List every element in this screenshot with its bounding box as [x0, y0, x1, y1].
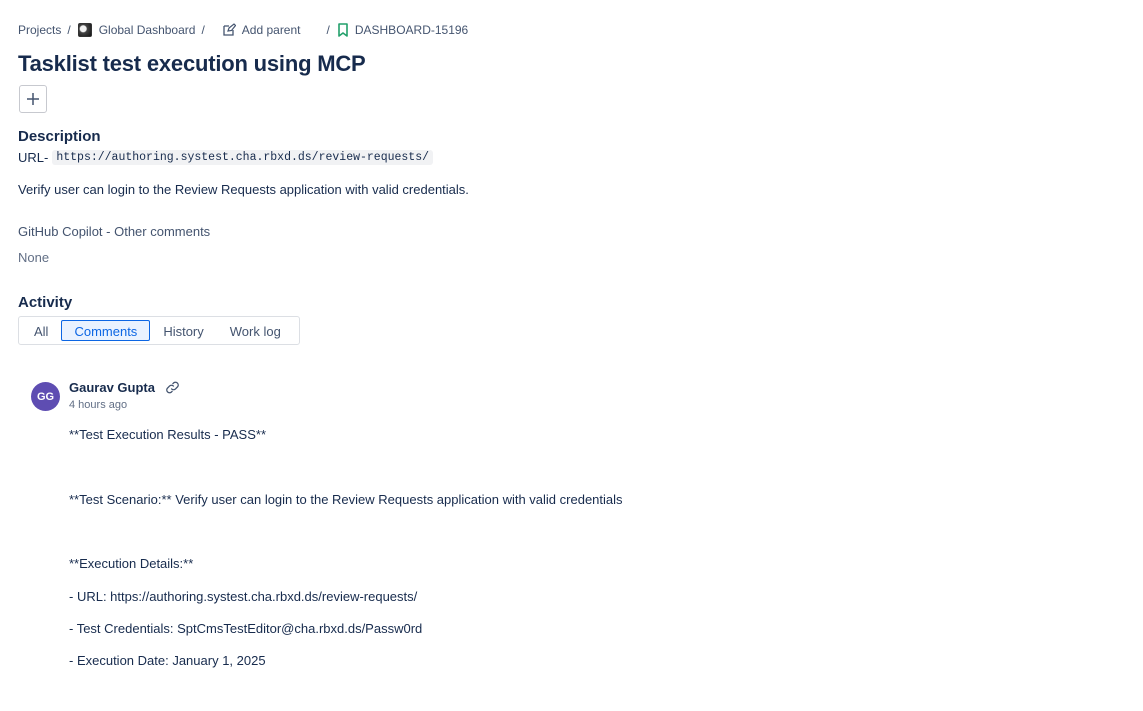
breadcrumb-project[interactable]: Global Dashboard [77, 23, 196, 37]
breadcrumb-projects[interactable]: Projects [18, 23, 61, 37]
copilot-field-label: GitHub Copilot - Other comments [18, 224, 211, 239]
tab-history[interactable]: History [150, 320, 216, 341]
copilot-field-value[interactable]: None [18, 250, 49, 265]
description-url-line: URL- https://authoring.systest.cha.rbxd.… [18, 150, 434, 165]
comment-author-name[interactable]: Gaurav Gupta [69, 380, 155, 395]
avatar[interactable]: GG [31, 382, 60, 411]
breadcrumb-project-label: Global Dashboard [98, 23, 196, 37]
description-text: Verify user can login to the Review Requ… [18, 182, 469, 197]
url-prefix: URL- [18, 150, 49, 165]
comment-line: - URL: https://authoring.systest.cha.rbx… [69, 589, 418, 604]
comment-timestamp[interactable]: 4 hours ago [69, 399, 127, 411]
add-button[interactable] [19, 85, 47, 113]
comment-line: - Test Credentials: SptCmsTestEditor@cha… [69, 621, 423, 636]
add-parent-button[interactable]: Add parent [222, 23, 301, 37]
breadcrumb-separator: / [201, 23, 205, 37]
bookmark-icon [337, 23, 349, 37]
project-avatar-icon [77, 23, 92, 37]
comment-author: Gaurav Gupta [69, 380, 180, 395]
tab-comments[interactable]: Comments [61, 320, 151, 341]
comment-line: **Test Scenario:** Verify user can login… [69, 492, 623, 507]
edit-icon [222, 23, 236, 37]
description-heading: Description [18, 128, 101, 145]
breadcrumb: Projects / Global Dashboard / Add parent… [18, 21, 468, 39]
issue-page: Projects / Global Dashboard / Add parent… [0, 0, 1143, 711]
comment-line: **Test Execution Results - PASS** [69, 427, 267, 442]
add-parent-label: Add parent [241, 23, 301, 37]
issue-key-label: DASHBOARD-15196 [354, 23, 469, 37]
comment-line: - Execution Date: January 1, 2025 [69, 653, 266, 668]
activity-heading: Activity [18, 294, 73, 311]
url-code: https://authoring.systest.cha.rbxd.ds/re… [52, 150, 434, 165]
activity-tabs: All Comments History Work log [18, 316, 300, 345]
breadcrumb-separator: / [326, 23, 330, 37]
tab-work-log[interactable]: Work log [217, 320, 294, 341]
breadcrumb-issue-key[interactable]: DASHBOARD-15196 [337, 23, 468, 37]
plus-icon [27, 93, 39, 105]
issue-title[interactable]: Tasklist test execution using MCP [18, 51, 366, 77]
link-icon[interactable] [165, 380, 180, 395]
comment-line: **Execution Details:** [69, 556, 194, 571]
breadcrumb-separator: / [67, 23, 71, 37]
tab-all[interactable]: All [21, 320, 61, 341]
